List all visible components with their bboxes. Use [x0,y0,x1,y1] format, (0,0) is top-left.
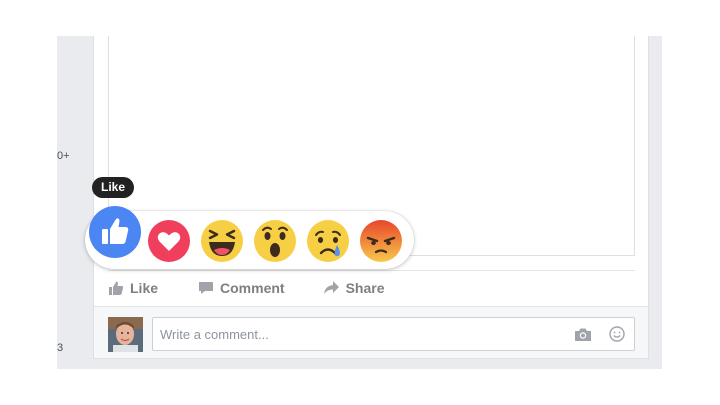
angry-reaction-icon [360,220,402,262]
camera-icon[interactable] [574,327,592,342]
reaction-haha[interactable] [200,219,244,263]
share-button[interactable]: Share [323,280,385,296]
share-label: Share [345,280,385,296]
reaction-angry[interactable] [359,219,403,263]
like-label: Like [130,280,159,296]
laughing-reaction-icon [201,220,243,262]
thumbs-up-icon [109,281,124,295]
sad-reaction-icon [307,220,349,262]
surprised-reaction-icon [254,220,296,262]
divider [108,270,635,271]
comment-button[interactable]: Comment [198,280,285,296]
speech-bubble-icon [199,282,214,294]
side-number-text: 3 [57,342,64,354]
reaction-bar [85,206,414,269]
comment-input[interactable] [153,318,560,350]
post-actions: Like Comment Share [108,272,635,304]
reaction-sad[interactable] [306,219,350,263]
avatar[interactable] [108,317,143,352]
smiley-icon[interactable] [609,326,625,342]
comment-label: Comment [220,280,285,296]
reaction-tooltip: Like [92,177,135,198]
reaction-like[interactable] [88,205,142,259]
share-arrow-icon [323,281,339,294]
like-button[interactable]: Like [108,280,158,296]
reaction-love[interactable] [147,219,191,263]
comment-box [152,317,635,351]
like-reaction-icon [89,206,141,258]
side-count-text: 0+ [57,150,70,162]
post-card: Like Comment Share [93,36,649,359]
heart-reaction-icon [148,220,190,262]
reaction-wow[interactable] [253,219,297,263]
comment-area [94,306,648,358]
